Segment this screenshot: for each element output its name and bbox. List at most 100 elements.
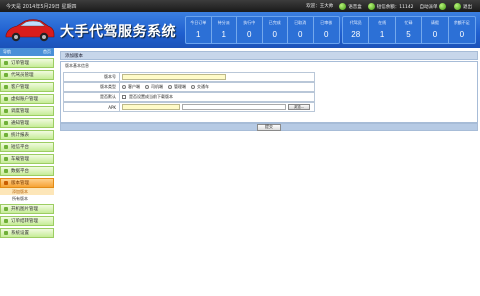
sidebar-item-label: 客户管理 [11,85,29,90]
apk-label: APK [64,103,120,111]
stat-left-5[interactable]: 已审核 0 [314,17,340,43]
sidebar-item[interactable]: 通知管理 [0,118,54,128]
stat-right-2[interactable]: 忙碌 5 [396,17,423,43]
order-stats-panel: 今日订单 1 待分派 1 执行中 0 已完成 0 已取消 0 已审核 0 [185,16,340,44]
auto-dispatch-toggle[interactable]: 自动派单 [420,2,448,10]
sidebar-subitem[interactable]: 添加版本 [0,188,54,195]
version-number-label: 版本号 [64,73,120,81]
submit-button[interactable]: 提交 [257,123,281,131]
menu-icon [4,219,8,223]
stat-left-0[interactable]: 今日订单 1 [186,17,212,43]
form-title: 版本基本信息 [65,63,89,68]
sidebar-item[interactable]: 订单结转管理 [0,216,54,226]
stat-value: 1 [221,30,226,39]
menu-icon [4,169,8,173]
menu-icon [4,231,8,235]
stat-label: 执行中 [243,20,256,25]
sidebar-item-label: 订单管理 [11,61,29,66]
sidebar-item-label: 虚拟账户管理 [11,97,38,102]
header-banner: 大手代驾服务系统 今日订单 1 待分派 1 执行中 0 已完成 0 已取消 0 已审核 0 代驾员 28… [0,12,480,48]
sms-balance: 短信余额：11142 [367,2,414,10]
sidebar-item[interactable]: 系统设置 [0,228,54,238]
stat-right-4[interactable]: 余额不足 0 [449,17,475,43]
radio-circle [168,85,172,89]
sidebar-item[interactable]: 订单管理 [0,58,54,68]
version-number-input[interactable] [122,74,226,80]
stat-label: 余额不足 [453,20,470,25]
stat-left-4[interactable]: 已取消 0 [288,17,314,43]
sidebar-item-label: 车载管理 [11,157,29,162]
stat-label: 在线 [378,20,387,25]
submit-bar: 提交 [60,123,478,131]
sidebar-item[interactable]: 开机图片管理 [0,204,54,214]
version-type-radio[interactable]: 管理端 [168,84,186,90]
sidebar-item-label: 开机图片管理 [11,207,38,212]
voice-box-icon [339,2,347,10]
version-type-row: 版本类型 客户端 司机端 管理端 交通车 [63,82,315,92]
logout-label: 退出 [463,4,472,10]
radio-label: 管理端 [174,84,186,89]
menu-icon [4,181,8,185]
stat-right-1[interactable]: 在线 1 [369,17,396,43]
top-bar: 今天是 2014年5月29日 星期四 欢迎：王大帅 语音盒 短信余额：11142… [0,0,480,12]
stat-label: 已取消 [294,20,307,25]
menu-icon [4,97,8,101]
version-type-radio[interactable]: 交通车 [191,84,209,90]
version-number-row: 版本号 [63,72,315,82]
car-logo-icon [5,19,55,42]
sidebar: 订单管理代驾员管理客户管理虚拟账户管理调度管理通知管理统计报表短信平台车载管理数… [0,56,54,296]
sidebar-item[interactable]: 虚拟账户管理 [0,94,54,104]
apk-file-path[interactable] [182,104,286,110]
apk-name-input[interactable] [122,104,180,110]
sidebar-item-label: 通知管理 [11,121,29,126]
stat-value: 0 [298,30,303,39]
sidebar-item[interactable]: 客户管理 [0,82,54,92]
radio-circle [191,85,195,89]
menu-icon [4,207,8,211]
driver-stats-panel: 代驾员 28 在线 1 忙碌 5 请假 0 余额不足 0 [342,16,476,44]
logout-link[interactable]: 退出 [454,2,472,10]
sidebar-item[interactable]: 短信平台 [0,142,54,152]
stat-left-1[interactable]: 待分派 1 [212,17,237,43]
stat-label: 已完成 [268,20,281,25]
logout-icon [454,2,461,10]
radio-circle [145,85,149,89]
page-title: 添加版本 [60,51,478,60]
radio-circle [122,85,126,89]
apk-row: APK 浏览... [63,102,315,112]
default-checkbox-text: 是否设置成当前下载版本 [129,94,173,99]
version-type-radio[interactable]: 客户端 [122,84,140,90]
sidebar-item[interactable]: 数据平台 [0,166,54,176]
app-title: 大手代驾服务系统 [60,23,176,39]
stat-value: 0 [459,30,465,39]
stat-value: 0 [324,30,329,39]
sidebar-item[interactable]: 代驾员管理 [0,70,54,80]
auto-dispatch-icon [439,2,446,10]
sidebar-item[interactable]: 调度管理 [0,106,54,116]
stat-label: 已审核 [320,20,333,25]
stat-label: 请假 [430,20,439,25]
menu-icon [4,121,8,125]
voice-box-link[interactable]: 语音盒 [339,2,362,10]
stat-value: 0 [272,30,277,39]
default-checkbox[interactable] [122,95,126,99]
stat-left-2[interactable]: 执行中 0 [237,17,263,43]
default-row: 是否默认 是否设置成当前下载版本 [63,92,315,102]
stat-right-3[interactable]: 请假 0 [422,17,449,43]
version-type-radio[interactable]: 司机端 [145,84,163,90]
sms-balance-label: 短信余额：11142 [376,4,414,10]
stat-label: 今日订单 [190,20,207,25]
stat-right-0[interactable]: 代驾员 28 [343,17,370,43]
sidebar-subitem[interactable]: 所有版本 [0,195,54,202]
menu-icon [4,145,8,149]
radio-label: 交通车 [197,84,209,89]
browse-button[interactable]: 浏览... [288,104,310,110]
home-link[interactable]: 首页 [43,49,51,55]
sidebar-item[interactable]: 车载管理 [0,154,54,164]
sidebar-item[interactable]: 版本管理 [0,178,54,188]
stat-label: 忙碌 [404,20,413,25]
stat-left-3[interactable]: 已完成 0 [263,17,288,43]
sidebar-item[interactable]: 统计报表 [0,130,54,140]
sidebar-item-label: 订单结转管理 [11,219,38,224]
sidebar-item-label: 数据平台 [11,169,29,174]
